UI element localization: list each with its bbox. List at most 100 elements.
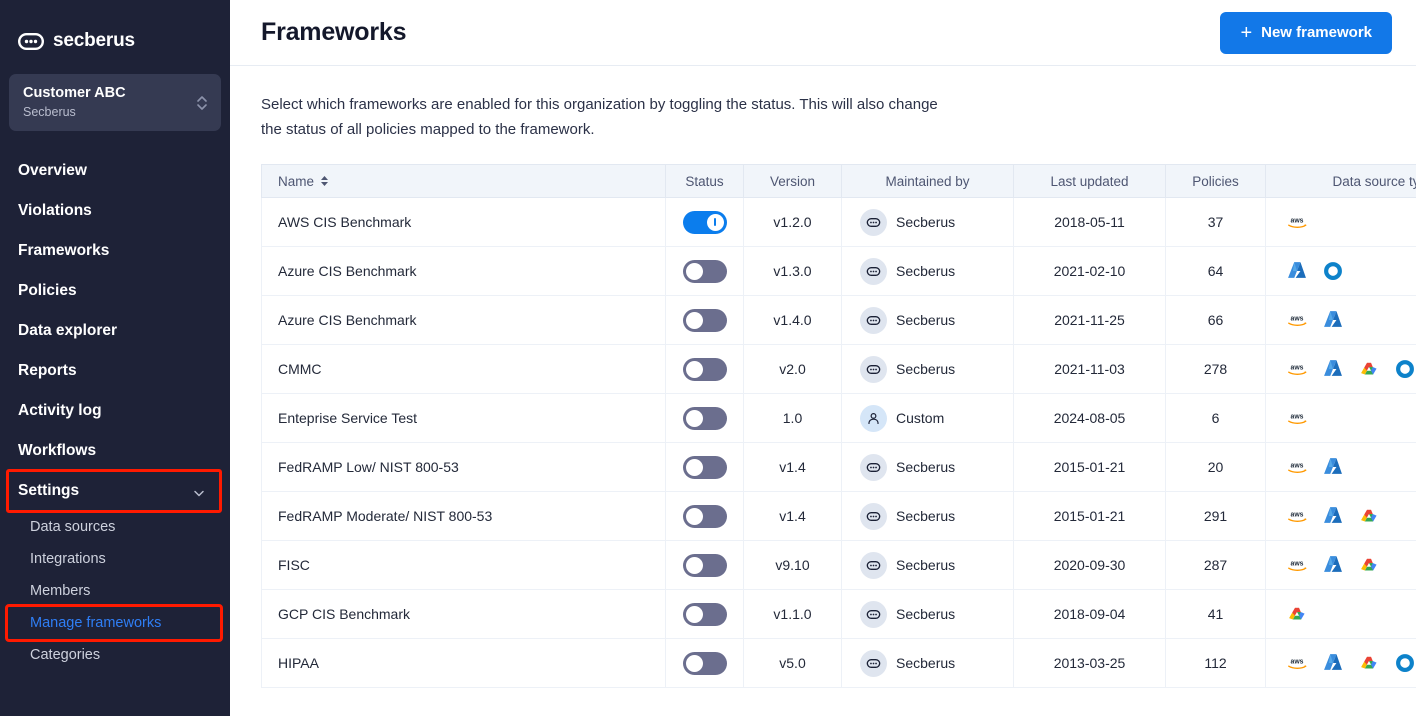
cell-name: FedRAMP Moderate/ NIST 800-53 — [261, 491, 666, 541]
data-source-icons — [1276, 603, 1416, 625]
sidebar-item-data-sources[interactable]: Data sources — [0, 511, 230, 543]
toggle-knob — [706, 213, 724, 231]
sidebar-item-settings[interactable]: Settings — [6, 469, 222, 513]
secberus-avatar-icon — [860, 208, 887, 236]
status-toggle[interactable] — [682, 602, 727, 626]
status-toggle[interactable] — [682, 651, 727, 675]
status-toggle[interactable] — [682, 308, 727, 332]
page-header: Frameworks + New framework — [230, 0, 1416, 66]
data-source-icons — [1276, 652, 1416, 674]
table-row[interactable]: FedRAMP Low/ NIST 800-53 v1.4 Secberus 2015… — [261, 442, 1416, 492]
cell-status — [665, 491, 744, 541]
sidebar-item-label: Policies — [18, 282, 77, 299]
table-row[interactable]: CMMC v2.0 Secberus 2021-11-03 278 — [261, 344, 1416, 394]
cell-maintained-by: Secberus — [841, 246, 1014, 296]
status-toggle[interactable] — [682, 504, 727, 528]
cell-name: CMMC — [261, 344, 666, 394]
status-toggle[interactable] — [682, 455, 727, 479]
sidebar-item-overview[interactable]: Overview — [0, 151, 230, 191]
sidebar-item-frameworks[interactable]: Frameworks — [0, 231, 230, 271]
cell-maintained-by: Secberus — [841, 540, 1014, 590]
table-row[interactable]: Enteprise Service Test 1.0 Custom 2024-08-0… — [261, 393, 1416, 443]
status-toggle[interactable] — [682, 210, 727, 234]
table-row[interactable]: Azure CIS Benchmark v1.4.0 Secberus 2021-11… — [261, 295, 1416, 345]
cell-version: v5.0 — [743, 638, 842, 688]
cell-last-updated: 2020-09-30 — [1013, 540, 1166, 590]
chevron-updown-icon — [195, 92, 209, 114]
cell-policies: 112 — [1165, 638, 1266, 688]
status-toggle[interactable] — [682, 406, 727, 430]
sidebar-item-manage-frameworks[interactable]: Manage frameworks — [5, 604, 223, 642]
table-row[interactable]: GCP CIS Benchmark v1.1.0 Secberus 2018-09-0… — [261, 589, 1416, 639]
table-row[interactable]: AWS CIS Benchmark v1.2.0 Secberus 2018-05-1… — [261, 197, 1416, 247]
data-source-icons — [1276, 358, 1416, 380]
cell-status — [665, 442, 744, 492]
cell-data-source-type — [1265, 540, 1416, 590]
cell-status — [665, 295, 744, 345]
office365-icon — [1322, 260, 1344, 282]
aws-icon — [1286, 554, 1308, 576]
toggle-knob — [685, 605, 703, 623]
secberus-avatar-icon — [860, 306, 887, 334]
new-framework-button[interactable]: + New framework — [1220, 11, 1392, 54]
sidebar-item-violations[interactable]: Violations — [0, 191, 230, 231]
sidebar-item-reports[interactable]: Reports — [0, 351, 230, 391]
cell-name: Azure CIS Benchmark — [261, 295, 666, 345]
office365-icon — [1394, 652, 1416, 674]
data-source-icons — [1276, 260, 1416, 282]
column-header-data-source-type: Data source type — [1265, 164, 1416, 198]
maintainer-label: Secberus — [896, 361, 956, 377]
cell-maintained-by: Custom — [841, 393, 1014, 443]
maintainer: Secberus — [852, 551, 1003, 579]
cell-data-source-type — [1265, 246, 1416, 296]
org-subtitle: Secberus — [23, 105, 76, 119]
table-row[interactable]: Azure CIS Benchmark v1.3.0 Secberus 2021-02… — [261, 246, 1416, 296]
cell-status — [665, 540, 744, 590]
sidebar-item-integrations[interactable]: Integrations — [0, 543, 230, 575]
cell-name: GCP CIS Benchmark — [261, 589, 666, 639]
cell-data-source-type — [1265, 393, 1416, 443]
table-row[interactable]: FedRAMP Moderate/ NIST 800-53 v1.4 Secberu… — [261, 491, 1416, 541]
cell-last-updated: 2024-08-05 — [1013, 393, 1166, 443]
maintainer-label: Secberus — [896, 459, 956, 475]
data-source-icons — [1276, 407, 1416, 429]
cell-status — [665, 638, 744, 688]
toggle-knob — [685, 360, 703, 378]
cell-last-updated: 2015-01-21 — [1013, 491, 1166, 541]
sidebar-nav: Overview Violations Frameworks Policies … — [0, 151, 230, 671]
table-row[interactable]: HIPAA v5.0 Secberus 2013-03-25 112 — [261, 638, 1416, 688]
gcp-icon — [1286, 603, 1308, 625]
page-title: Frameworks — [261, 18, 407, 46]
sidebar-item-workflows[interactable]: Workflows — [0, 431, 230, 471]
sidebar-item-policies[interactable]: Policies — [0, 271, 230, 311]
cell-last-updated: 2018-09-04 — [1013, 589, 1166, 639]
column-header-label: Data source type — [1332, 173, 1416, 189]
cell-name: FedRAMP Low/ NIST 800-53 — [261, 442, 666, 492]
column-header-name[interactable]: Name — [261, 164, 666, 198]
status-toggle[interactable] — [682, 553, 727, 577]
maintainer-label: Secberus — [896, 606, 956, 622]
gcp-icon — [1358, 652, 1380, 674]
sidebar-item-data-explorer[interactable]: Data explorer — [0, 311, 230, 351]
table-row[interactable]: FISC v9.10 Secberus 2020-09-30 287 — [261, 540, 1416, 590]
cell-last-updated: 2021-11-03 — [1013, 344, 1166, 394]
aws-icon — [1286, 211, 1308, 233]
column-header-version: Version — [743, 164, 842, 198]
sidebar-item-members[interactable]: Members — [0, 575, 230, 607]
sort-arrows-icon[interactable] — [320, 175, 329, 187]
status-toggle[interactable] — [682, 259, 727, 283]
sidebar-item-activity-log[interactable]: Activity log — [0, 391, 230, 431]
brand[interactable]: secberus — [0, 0, 230, 64]
sidebar-subitem-label: Data sources — [30, 519, 116, 535]
status-toggle[interactable] — [682, 357, 727, 381]
cell-version: v2.0 — [743, 344, 842, 394]
cell-status — [665, 344, 744, 394]
sidebar-item-categories[interactable]: Categories — [0, 639, 230, 671]
org-switcher[interactable]: Customer ABC Secberus — [9, 74, 221, 131]
cell-data-source-type — [1265, 442, 1416, 492]
cell-status — [665, 197, 744, 247]
sidebar-item-label: Activity log — [18, 402, 102, 419]
toggle-knob — [685, 311, 703, 329]
aws-icon — [1286, 505, 1308, 527]
sidebar-item-label: Data explorer — [18, 322, 118, 339]
